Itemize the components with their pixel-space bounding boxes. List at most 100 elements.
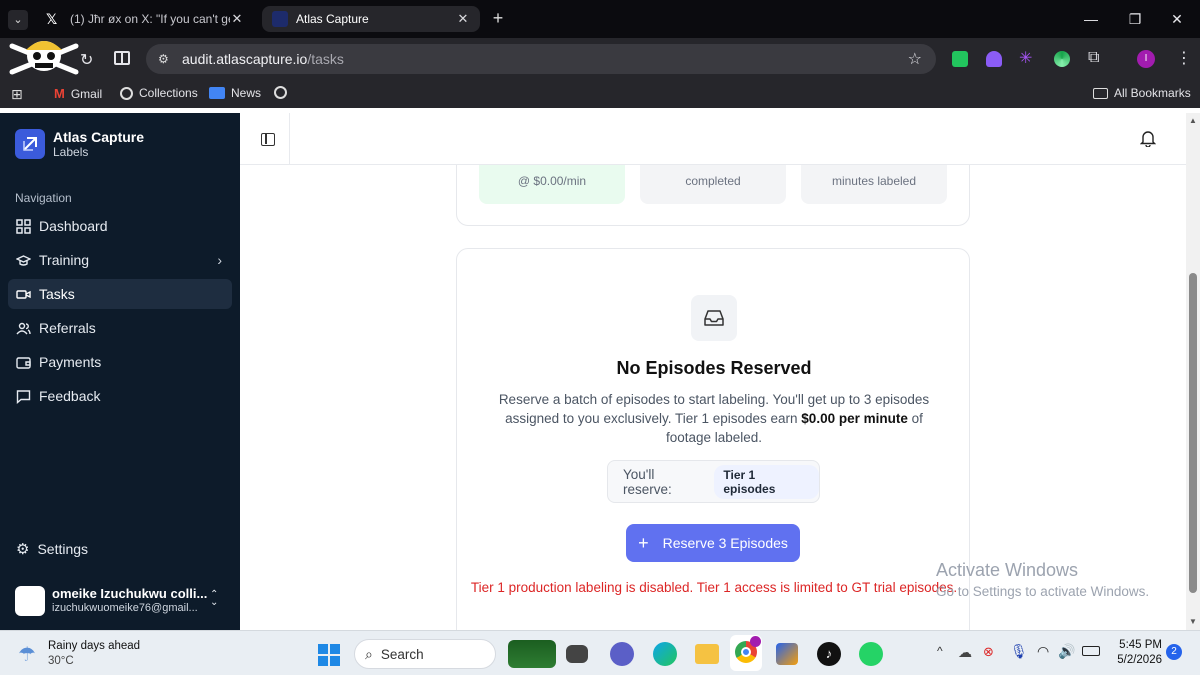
bell-icon[interactable]	[1140, 130, 1156, 147]
split-view-icon[interactable]	[114, 51, 130, 65]
scrollbar-thumb[interactable]	[1189, 273, 1197, 593]
topbar-divider	[289, 113, 290, 165]
message-icon	[16, 389, 31, 404]
globe-icon	[120, 86, 133, 100]
extension-globe-icon[interactable]	[1054, 51, 1070, 67]
atlas-favicon-icon	[272, 11, 288, 27]
windows-taskbar: ☂ Rainy days ahead 30°C ⌕ Search ♪ ^ ☁ ⊗…	[0, 630, 1200, 675]
globe-icon	[274, 86, 287, 99]
all-bookmarks-label: All Bookmarks	[1114, 86, 1191, 100]
scroll-up-icon[interactable]: ▲	[1189, 116, 1197, 125]
close-window-button[interactable]: ✕	[1168, 10, 1186, 28]
gear-icon: ⚙	[16, 541, 30, 558]
google-news-icon	[209, 87, 225, 99]
chrome-taskbar-button[interactable]	[730, 635, 762, 671]
gmail-icon: M	[54, 86, 65, 101]
top-bar	[240, 113, 1186, 165]
stat-caption: @ $0.00/min	[517, 174, 587, 188]
clock-date[interactable]: 5/2/2026	[1104, 654, 1162, 666]
reserve-episodes-button[interactable]: + Reserve 3 Episodes	[626, 524, 800, 562]
tiktok-icon[interactable]: ♪	[817, 642, 841, 666]
bookmark-collections[interactable]: Collections	[120, 86, 198, 100]
nav-item-tasks[interactable]: Tasks	[8, 279, 232, 309]
tray-cloud-icon[interactable]: ☁	[958, 644, 972, 661]
bookmark-label: News	[231, 86, 262, 100]
browser-tab-x[interactable]: 𝕏 (1) Jħr øx on X: "If you can't get ✕	[36, 6, 254, 32]
nav-item-payments[interactable]: Payments	[8, 347, 232, 377]
new-tab-button[interactable]: +	[488, 8, 508, 28]
apps-grid-icon[interactable]: ⊞	[11, 86, 23, 103]
inbox-icon	[691, 295, 737, 341]
weather-widget[interactable]: ☂ Rainy days ahead 30°C	[16, 638, 176, 670]
nav-item-referrals[interactable]: Referrals	[8, 313, 232, 343]
description-text: of	[907, 411, 923, 426]
close-tab-icon[interactable]: ✕	[230, 11, 244, 27]
rate-highlight: $0.00 per minute	[801, 411, 908, 426]
users-icon	[16, 322, 31, 334]
nav-label: Tasks	[39, 286, 75, 302]
activate-windows-title: Activate Windows	[936, 560, 1079, 580]
nav-item-training[interactable]: Training ›	[8, 245, 232, 275]
show-hidden-icons[interactable]: ^	[937, 644, 943, 658]
user-menu[interactable]: omeike Izuchukwu colli... izuchukwuomeik…	[0, 577, 240, 630]
activate-windows-subtitle: Go to Settings to activate Windows.	[936, 584, 1150, 599]
profile-avatar-icon[interactable]	[4, 38, 84, 78]
settings-label: Settings	[37, 541, 89, 557]
page-scrollbar[interactable]: ▲ ▼	[1186, 113, 1200, 630]
url-domain: audit.atlascapture.io	[182, 51, 308, 67]
wifi-icon[interactable]: ◠	[1037, 643, 1049, 660]
tray-security-icon[interactable]: ⊗	[983, 644, 994, 660]
stat-caption: minutes labeled	[831, 174, 917, 188]
sidebar: Atlas Capture Labels Navigation Dashboar…	[0, 113, 240, 630]
minimize-button[interactable]: —	[1082, 10, 1100, 28]
nav-label: Feedback	[39, 388, 101, 404]
bookmark-news[interactable]: News	[209, 86, 261, 100]
extension-ghost-icon[interactable]	[986, 51, 1002, 67]
reload-icon[interactable]: ↻	[80, 50, 93, 70]
profile-button[interactable]: I	[1137, 50, 1155, 68]
volume-icon[interactable]: 🔊	[1058, 643, 1075, 660]
browser-menu-icon[interactable]: ⋮	[1176, 48, 1192, 68]
edge-browser-icon[interactable]	[653, 642, 677, 666]
x-logo-icon: 𝕏	[46, 11, 58, 27]
close-tab-icon[interactable]: ✕	[456, 11, 470, 27]
chevron-right-icon: ›	[217, 252, 222, 268]
bookmarks-bar: ⊞ M Gmail Collections News All Bookmarks	[0, 80, 1200, 108]
battery-icon[interactable]	[1082, 646, 1100, 656]
search-icon: ⌕	[365, 645, 373, 662]
nav-item-dashboard[interactable]: Dashboard	[8, 211, 232, 241]
clock-time[interactable]: 5:45 PM	[1108, 639, 1162, 651]
store-icon[interactable]	[776, 643, 798, 665]
bookmark-star-icon[interactable]: ☆	[908, 49, 922, 69]
folder-icon	[1093, 87, 1108, 99]
browser-tab-atlas[interactable]: Atlas Capture ✕	[262, 6, 480, 32]
extensions-puzzle-icon[interactable]: ⧉	[1088, 49, 1099, 67]
taskbar-search[interactable]: ⌕ Search	[354, 639, 496, 669]
dashboard-icon	[16, 218, 31, 234]
all-bookmarks-button[interactable]: All Bookmarks	[1093, 86, 1191, 100]
site-settings-icon[interactable]: ⚙	[158, 52, 172, 66]
search-placeholder: Search	[380, 646, 424, 662]
bookmark-globe[interactable]	[274, 86, 287, 99]
restore-button[interactable]: ❐	[1126, 10, 1144, 28]
chat-app-icon[interactable]	[610, 642, 634, 666]
microphone-icon[interactable]: 🎙	[1010, 643, 1028, 660]
settings-item[interactable]: ⚙ Settings	[8, 534, 232, 564]
nav-item-feedback[interactable]: Feedback	[8, 381, 232, 411]
extension-dice-icon[interactable]	[952, 51, 968, 67]
scroll-down-icon[interactable]: ▼	[1189, 617, 1197, 626]
notification-badge[interactable]: 2	[1166, 644, 1182, 660]
bookmark-gmail[interactable]: M Gmail	[54, 86, 102, 101]
sidebar-toggle-icon[interactable]	[261, 133, 275, 146]
weather-temp: 30°C	[48, 655, 74, 667]
tab-list-chevron-icon[interactable]: ⌄	[8, 10, 28, 30]
whatsapp-icon[interactable]	[859, 642, 883, 666]
extension-leaf-icon[interactable]: ✳	[1019, 48, 1032, 68]
task-view-icon[interactable]	[566, 645, 588, 663]
file-explorer-icon[interactable]	[695, 644, 719, 664]
forest-widget-icon[interactable]	[508, 640, 556, 668]
start-button[interactable]	[318, 644, 340, 666]
user-email: izuchukwuomeike76@gmail...	[52, 602, 198, 614]
nav-label: Dashboard	[39, 218, 108, 234]
address-bar[interactable]: ⚙ audit.atlascapture.io/tasks ☆	[146, 44, 936, 74]
